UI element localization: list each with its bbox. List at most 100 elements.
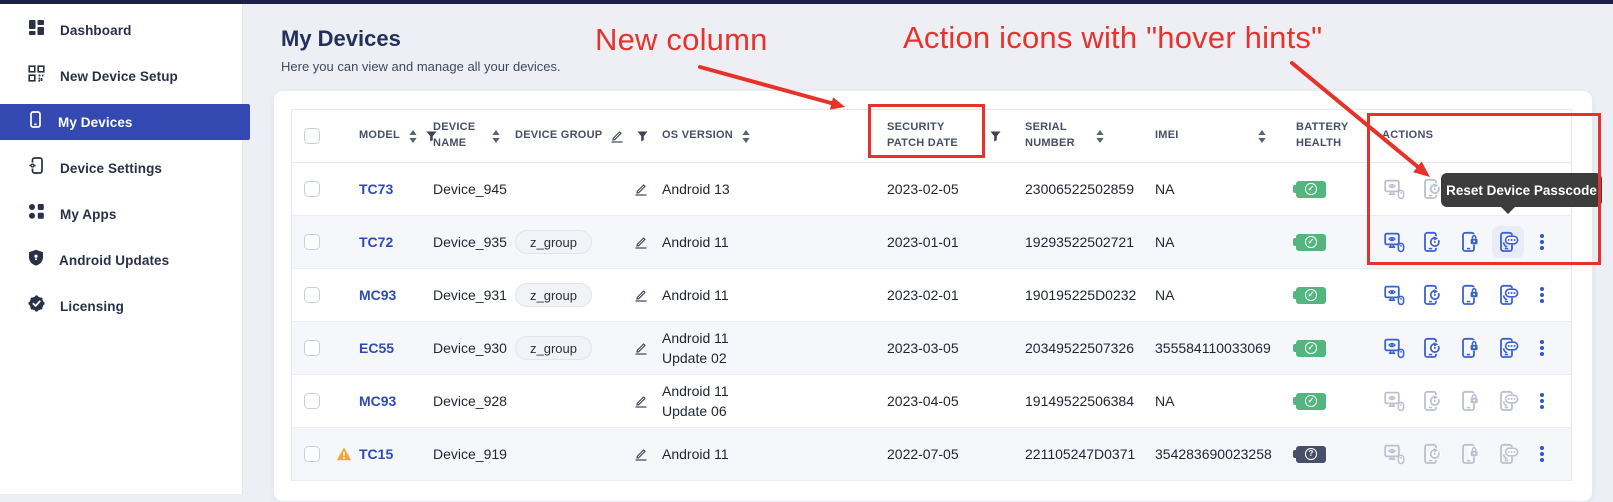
filter-icon[interactable]	[426, 131, 437, 142]
sidebar-item-android-updates[interactable]: Android Updates	[0, 242, 243, 278]
imei: NA	[1155, 234, 1174, 250]
edit-icon[interactable]	[610, 129, 624, 143]
remote-control-icon[interactable]	[1378, 385, 1410, 417]
row-checkbox[interactable]	[304, 234, 320, 250]
lock-device-icon[interactable]	[1454, 438, 1486, 470]
reset-passcode-icon[interactable]	[1492, 385, 1524, 417]
more-actions-icon[interactable]	[1540, 293, 1544, 297]
more-actions-icon[interactable]	[1540, 240, 1544, 244]
filter-icon[interactable]	[637, 131, 648, 142]
serial-number: 221105247D0371	[1025, 446, 1135, 462]
column-header-device-name[interactable]: DEVICE NAME	[433, 120, 483, 152]
column-header-device-group[interactable]: DEVICE GROUP	[515, 128, 602, 144]
devices-table: MODEL DEVICE NAME DEVICE GROUP OS VERSIO…	[291, 109, 1572, 481]
battery-health-badge: ✓	[1296, 287, 1326, 304]
edit-group-icon[interactable]	[634, 341, 648, 355]
select-all-checkbox[interactable]	[304, 128, 320, 144]
battery-health-badge: ✓	[1296, 393, 1326, 410]
sidebar: Dashboard New Device Setup My Devices De…	[0, 4, 243, 494]
table-body: TC73 Device_945 Android 13 2023-02-05 23…	[292, 163, 1571, 481]
sort-icon[interactable]	[409, 130, 417, 143]
reboot-device-icon[interactable]	[1416, 279, 1448, 311]
model-link[interactable]: TC72	[359, 234, 393, 250]
qr-code-icon	[28, 65, 45, 87]
column-header-security-patch-date[interactable]: SECURITY PATCH DATE	[887, 120, 981, 152]
row-checkbox[interactable]	[304, 181, 320, 197]
serial-number: 23006522502859	[1025, 181, 1134, 197]
row-checkbox[interactable]	[304, 446, 320, 462]
sidebar-item-dashboard[interactable]: Dashboard	[0, 12, 243, 48]
edit-group-icon[interactable]	[634, 288, 648, 302]
sort-icon[interactable]	[1096, 130, 1104, 143]
lock-device-icon[interactable]	[1454, 385, 1486, 417]
sidebar-item-my-apps[interactable]: My Apps	[0, 196, 243, 232]
lock-device-icon[interactable]	[1454, 279, 1486, 311]
model-link[interactable]: MC93	[359, 287, 396, 303]
sidebar-item-label: Android Updates	[59, 253, 169, 268]
row-checkbox[interactable]	[304, 287, 320, 303]
sort-icon[interactable]	[1258, 130, 1266, 143]
reset-passcode-icon[interactable]	[1492, 226, 1524, 258]
table-row: TC73 Device_945 Android 13 2023-02-05 23…	[292, 163, 1571, 216]
reset-passcode-icon[interactable]	[1492, 332, 1524, 364]
device-name: Device_930	[433, 340, 507, 356]
column-header-imei[interactable]: IMEI	[1155, 128, 1179, 144]
security-patch-date: 2023-02-01	[887, 287, 959, 303]
security-patch-date: 2022-07-05	[887, 446, 959, 462]
device-group-chip: z_group	[515, 283, 592, 307]
edit-group-icon[interactable]	[634, 235, 648, 249]
model-link[interactable]: TC15	[359, 446, 393, 462]
lock-device-icon[interactable]	[1454, 226, 1486, 258]
serial-number: 19149522506384	[1025, 393, 1134, 409]
sidebar-item-device-settings[interactable]: Device Settings	[0, 150, 243, 186]
page-title: My Devices	[281, 26, 401, 52]
column-header-serial-number[interactable]: SERIAL NUMBER	[1025, 120, 1087, 152]
more-actions-icon[interactable]	[1540, 346, 1544, 350]
edit-group-icon[interactable]	[634, 447, 648, 461]
sidebar-item-my-devices[interactable]: My Devices	[0, 104, 250, 140]
security-patch-date: 2023-03-05	[887, 340, 959, 356]
serial-number: 19293522502721	[1025, 234, 1134, 250]
table-row: TC72 Device_935 z_group Android 11 2023-…	[292, 216, 1571, 269]
sidebar-item-label: New Device Setup	[60, 69, 178, 84]
sidebar-item-licensing[interactable]: Licensing	[0, 288, 243, 324]
sidebar-item-new-device-setup[interactable]: New Device Setup	[0, 58, 243, 94]
reboot-device-icon[interactable]	[1416, 226, 1448, 258]
sort-icon[interactable]	[492, 130, 500, 143]
device-settings-icon	[28, 157, 45, 179]
row-checkbox[interactable]	[304, 393, 320, 409]
sidebar-item-label: Device Settings	[60, 161, 162, 176]
device-group-chip: z_group	[515, 336, 592, 360]
reboot-device-icon[interactable]	[1416, 332, 1448, 364]
reset-passcode-icon[interactable]	[1492, 279, 1524, 311]
column-header-os-version[interactable]: OS VERSION	[662, 128, 733, 144]
more-actions-icon[interactable]	[1540, 452, 1544, 456]
remote-control-icon[interactable]	[1378, 438, 1410, 470]
imei: NA	[1155, 393, 1174, 409]
os-version: Android 11	[662, 444, 729, 464]
imei: 355584110033069	[1155, 340, 1271, 356]
edit-group-icon[interactable]	[634, 182, 648, 196]
remote-control-icon[interactable]	[1378, 332, 1410, 364]
device-group-chip: z_group	[515, 230, 592, 254]
edit-group-icon[interactable]	[634, 394, 648, 408]
reset-passcode-icon[interactable]	[1492, 438, 1524, 470]
filter-icon[interactable]	[990, 131, 1001, 142]
reboot-device-icon[interactable]	[1416, 385, 1448, 417]
column-header-model[interactable]: MODEL	[359, 128, 400, 144]
os-version: Android 13	[662, 179, 730, 199]
model-link[interactable]: TC73	[359, 181, 393, 197]
more-actions-icon[interactable]	[1540, 399, 1544, 403]
battery-health-badge: ?	[1296, 446, 1326, 463]
sort-icon[interactable]	[742, 130, 750, 143]
remote-control-icon[interactable]	[1378, 226, 1410, 258]
device-name: Device_919	[433, 446, 507, 462]
model-link[interactable]: MC93	[359, 393, 396, 409]
lock-device-icon[interactable]	[1454, 332, 1486, 364]
model-link[interactable]: EC55	[359, 340, 394, 356]
reboot-device-icon[interactable]	[1416, 438, 1448, 470]
security-patch-date: 2023-02-05	[887, 181, 959, 197]
remote-control-icon[interactable]	[1378, 173, 1410, 205]
remote-control-icon[interactable]	[1378, 279, 1410, 311]
row-checkbox[interactable]	[304, 340, 320, 356]
